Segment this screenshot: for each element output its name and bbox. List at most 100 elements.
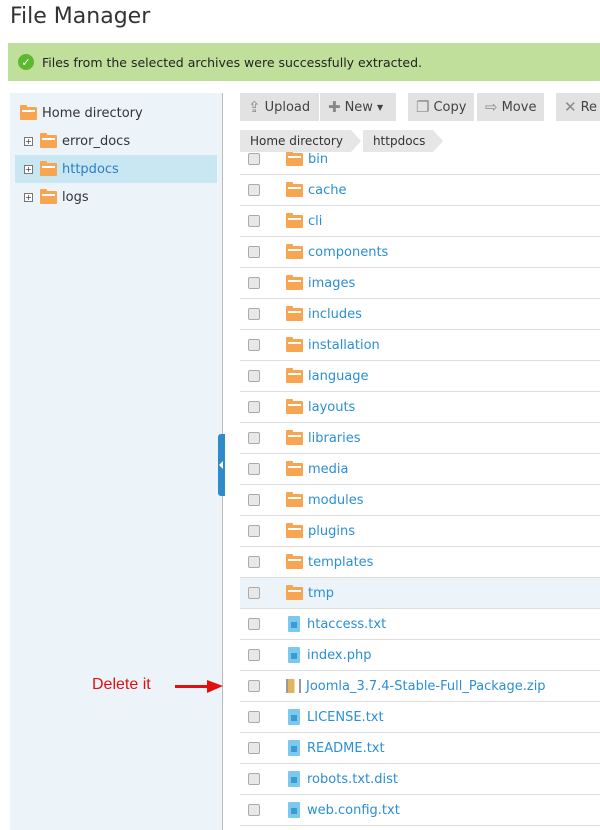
row-checkbox[interactable] bbox=[248, 463, 260, 475]
folder-icon bbox=[286, 305, 303, 321]
folder-icon bbox=[286, 181, 303, 197]
folder-icon bbox=[40, 160, 57, 176]
file-name-link[interactable]: modules bbox=[308, 493, 364, 508]
remove-button[interactable]: ✕ Re bbox=[556, 93, 600, 121]
row-checkbox[interactable] bbox=[248, 773, 260, 785]
file-row: cache bbox=[240, 175, 600, 206]
row-checkbox[interactable] bbox=[248, 153, 260, 165]
file-row: layouts bbox=[240, 392, 600, 423]
file-name-link[interactable]: images bbox=[308, 276, 355, 291]
file-row: libraries bbox=[240, 423, 600, 454]
row-checkbox[interactable] bbox=[248, 215, 260, 227]
file-row: index.php bbox=[240, 640, 600, 671]
file-icon bbox=[288, 802, 300, 818]
file-name-link[interactable]: media bbox=[308, 462, 349, 477]
arrow-right-icon: ⇨ bbox=[485, 98, 498, 116]
file-name-link[interactable]: index.php bbox=[307, 648, 371, 663]
row-checkbox[interactable] bbox=[248, 742, 260, 754]
tree-label: error_docs bbox=[62, 133, 131, 149]
file-name-link[interactable]: plugins bbox=[308, 524, 355, 539]
file-name-link[interactable]: cli bbox=[308, 214, 322, 229]
file-name-link[interactable]: components bbox=[308, 245, 388, 260]
row-checkbox[interactable] bbox=[248, 804, 260, 816]
row-checkbox[interactable] bbox=[248, 370, 260, 382]
file-name-link[interactable]: language bbox=[308, 369, 369, 384]
row-checkbox[interactable] bbox=[248, 184, 260, 196]
remove-label: Re bbox=[580, 99, 598, 115]
tree-item-httpdocs[interactable]: + httpdocs bbox=[15, 155, 217, 183]
tree-item-error-docs[interactable]: + error_docs bbox=[15, 127, 217, 155]
file-name-link[interactable]: installation bbox=[308, 338, 380, 353]
file-name-link[interactable]: README.txt bbox=[307, 741, 385, 756]
breadcrumb-item[interactable]: httpdocs bbox=[362, 130, 444, 152]
file-name-link[interactable]: robots.txt.dist bbox=[307, 772, 398, 787]
file-name-link[interactable]: libraries bbox=[308, 431, 361, 446]
row-checkbox[interactable] bbox=[248, 401, 260, 413]
move-button[interactable]: ⇨ Move bbox=[477, 93, 544, 121]
tree-label: logs bbox=[62, 189, 89, 205]
row-checkbox[interactable] bbox=[248, 339, 260, 351]
page-title: File Manager bbox=[10, 4, 151, 29]
directory-tree: Home directory + error_docs + httpdocs + logs bbox=[10, 93, 223, 830]
copy-label: Copy bbox=[433, 99, 467, 115]
file-list: bin cache cli components images includes insta… bbox=[240, 152, 600, 830]
row-checkbox[interactable] bbox=[248, 432, 260, 444]
file-row: cli bbox=[240, 206, 600, 237]
row-checkbox[interactable] bbox=[248, 649, 260, 661]
file-name-link[interactable]: cache bbox=[308, 183, 347, 198]
file-row: modules bbox=[240, 485, 600, 516]
file-icon bbox=[288, 771, 300, 787]
file-name-link[interactable]: templates bbox=[308, 555, 373, 570]
folder-icon bbox=[286, 522, 303, 538]
file-name-link[interactable]: htaccess.txt bbox=[307, 617, 386, 632]
file-name-link[interactable]: layouts bbox=[308, 400, 355, 415]
file-name-link[interactable]: LICENSE.txt bbox=[307, 710, 384, 725]
banner-message: Files from the selected archives were su… bbox=[42, 54, 422, 70]
expand-icon[interactable]: + bbox=[24, 136, 33, 146]
file-row: language bbox=[240, 361, 600, 392]
row-checkbox[interactable] bbox=[248, 494, 260, 506]
upload-label: Upload bbox=[264, 99, 311, 115]
row-checkbox[interactable] bbox=[248, 618, 260, 630]
file-row: images bbox=[240, 268, 600, 299]
new-label: New bbox=[344, 99, 373, 115]
folder-icon bbox=[286, 367, 303, 383]
expand-icon[interactable]: + bbox=[24, 192, 33, 202]
upload-button[interactable]: ⇪ Upload bbox=[240, 93, 319, 121]
file-row: tmp bbox=[240, 578, 600, 609]
file-row: installation bbox=[240, 330, 600, 361]
file-icon bbox=[288, 616, 300, 632]
tree-root[interactable]: Home directory bbox=[20, 99, 143, 127]
caret-down-icon: ▼ bbox=[376, 102, 384, 112]
row-checkbox[interactable] bbox=[248, 277, 260, 289]
expand-icon[interactable]: + bbox=[24, 164, 33, 174]
file-name-link[interactable]: Joomla_3.7.4-Stable-Full_Package.zip bbox=[306, 679, 546, 694]
file-name-link[interactable]: tmp bbox=[308, 586, 334, 601]
row-checkbox[interactable] bbox=[248, 308, 260, 320]
file-row: README.txt bbox=[240, 733, 600, 764]
breadcrumb-item[interactable]: Home directory bbox=[240, 130, 361, 152]
file-name-link[interactable]: bin bbox=[308, 152, 328, 167]
row-checkbox[interactable] bbox=[248, 246, 260, 258]
red-arrow-icon bbox=[175, 680, 223, 693]
row-checkbox[interactable] bbox=[248, 680, 260, 692]
file-row: Joomla_3.7.4-Stable-Full_Package.zip bbox=[240, 671, 600, 702]
row-checkbox[interactable] bbox=[248, 525, 260, 537]
folder-icon bbox=[286, 274, 303, 290]
row-checkbox[interactable] bbox=[248, 587, 260, 599]
folder-icon bbox=[286, 336, 303, 352]
file-name-link[interactable]: web.config.txt bbox=[307, 803, 400, 818]
panel-splitter-handle[interactable] bbox=[218, 434, 225, 496]
file-row: robots.txt.dist bbox=[240, 764, 600, 795]
move-label: Move bbox=[501, 99, 537, 115]
file-name-link[interactable]: includes bbox=[308, 307, 362, 322]
tree-item-logs[interactable]: + logs bbox=[15, 183, 217, 211]
file-row: media bbox=[240, 454, 600, 485]
row-checkbox[interactable] bbox=[248, 711, 260, 723]
new-button[interactable]: ✚ New ▼ bbox=[320, 93, 396, 121]
row-checkbox[interactable] bbox=[248, 556, 260, 568]
upload-icon: ⇪ bbox=[248, 98, 261, 116]
file-row: web.config.txt bbox=[240, 795, 600, 826]
copy-button[interactable]: ❐ Copy bbox=[408, 93, 474, 121]
file-row: bin bbox=[240, 152, 600, 175]
